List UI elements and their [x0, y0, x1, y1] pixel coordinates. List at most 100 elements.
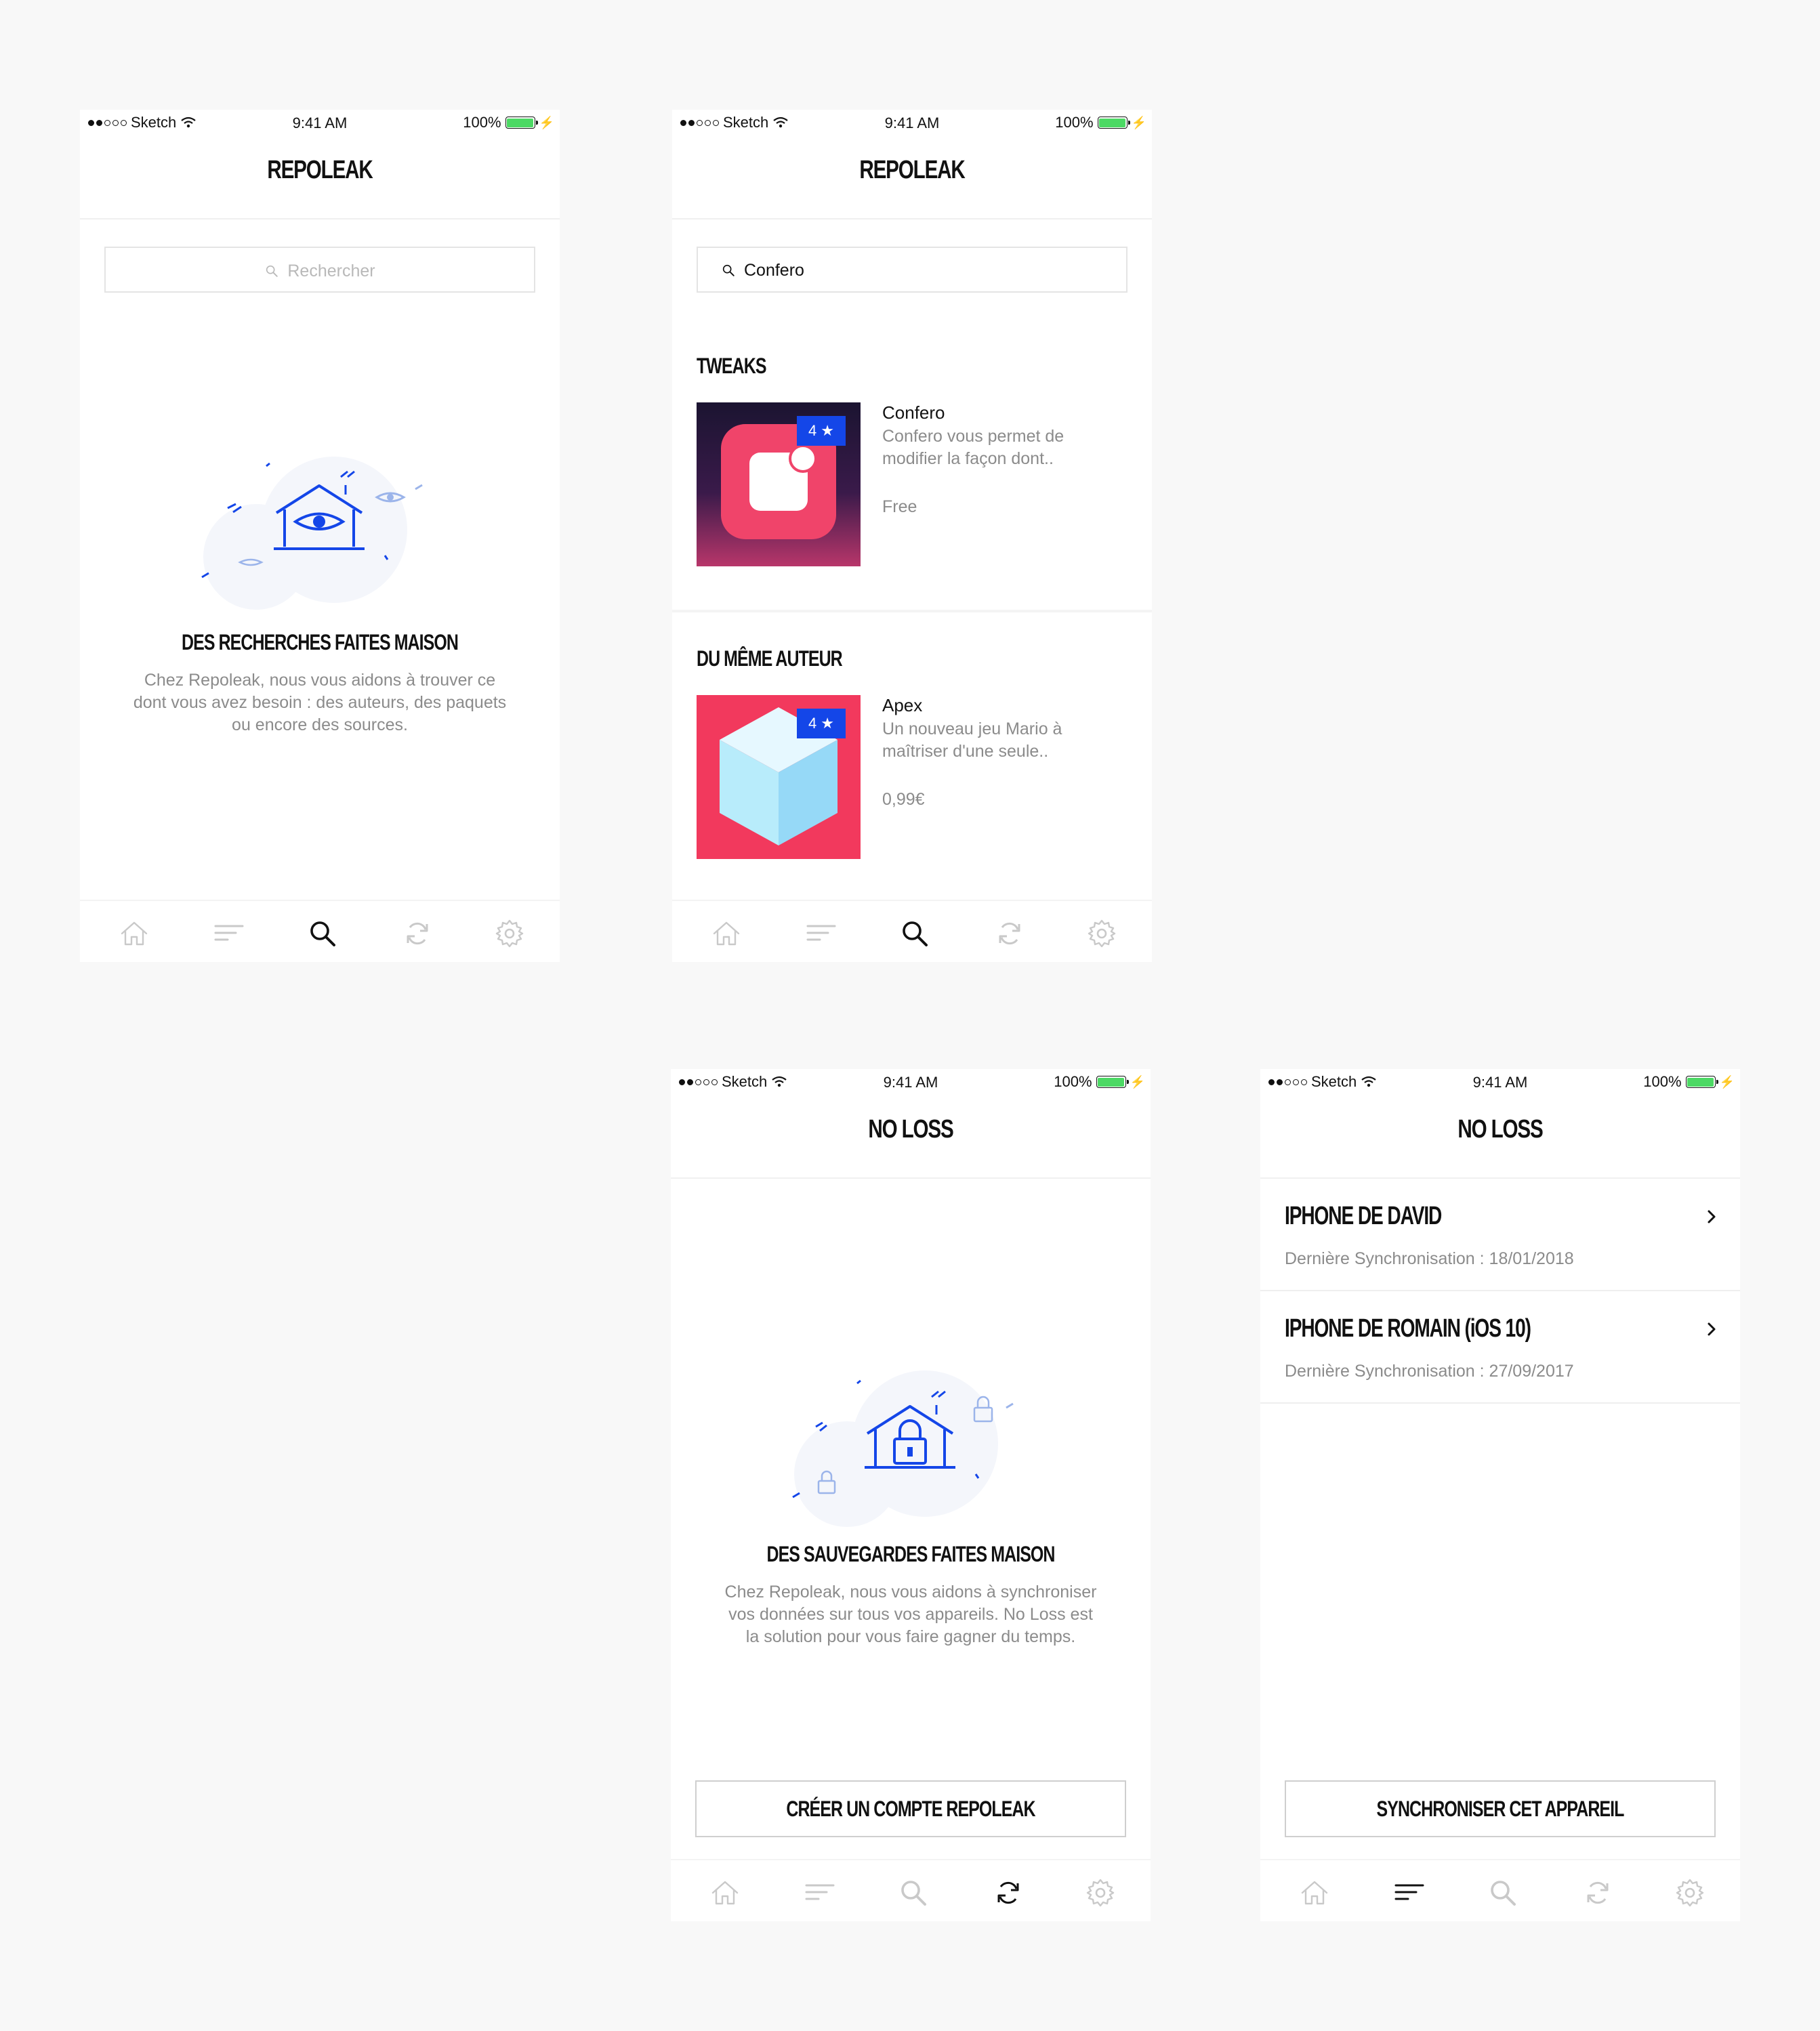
screen-repoleak-search-empty: Sketch 9:41 AM 100% ⚡ REPOLEAK Recherche…	[80, 110, 560, 962]
sync-icon	[401, 917, 434, 950]
screen-noloss-devices: Sketch 9:41 AM 100% ⚡ NO LOSS IPHONE DE …	[1260, 1069, 1740, 1921]
home-icon	[118, 917, 150, 950]
status-bar: Sketch 9:41 AM 100% ⚡	[672, 110, 1152, 138]
list-icon	[804, 1877, 836, 1909]
empty-state-title: DES RECHERCHES FAITES MAISON	[182, 630, 459, 654]
list-icon	[213, 917, 245, 950]
search-icon	[264, 264, 279, 278]
tab-bar	[80, 900, 560, 962]
app-header: REPOLEAK	[80, 138, 560, 219]
app-name: Confero	[882, 402, 945, 423]
home-icon	[709, 1877, 741, 1909]
charging-icon: ⚡	[539, 115, 554, 129]
status-bar: Sketch 9:41 AM 100% ⚡	[1260, 1069, 1740, 1097]
device-last-sync: Dernière Synchronisation : 18/01/2018	[1285, 1249, 1574, 1268]
home-icon	[710, 917, 743, 950]
house-eye-illustration-icon	[201, 457, 423, 610]
rating-badge: 4 ★	[797, 709, 846, 738]
search-icon	[306, 917, 339, 950]
chevron-right-icon	[1703, 1321, 1720, 1337]
battery-icon	[1096, 1076, 1129, 1088]
screen-noloss-empty: Sketch 9:41 AM 100% ⚡ NO LOSS DES SAUVEG…	[671, 1069, 1151, 1921]
tab-sync[interactable]	[993, 917, 1026, 950]
tab-sync[interactable]	[992, 1877, 1025, 1909]
create-account-label: CRÉER UN COMPTE REPOLEAK	[786, 1797, 1035, 1821]
create-account-button[interactable]: CRÉER UN COMPTE REPOLEAK	[695, 1780, 1126, 1837]
app-thumbnail: 4 ★	[697, 402, 861, 566]
empty-state-text: Chez Repoleak, nous vous aidons à synchr…	[724, 1583, 1097, 1646]
tab-search[interactable]	[306, 917, 339, 950]
device-row[interactable]: IPHONE DE DAVID Dernière Synchronisation…	[1260, 1179, 1740, 1291]
battery-percent: 100%	[463, 114, 501, 131]
charging-icon: ⚡	[1719, 1074, 1735, 1089]
tab-settings[interactable]	[1084, 1877, 1117, 1909]
empty-state-title: DES SAUVEGARDES FAITES MAISON	[766, 1542, 1056, 1566]
battery-icon	[505, 117, 538, 129]
search-input[interactable]: Rechercher	[104, 247, 535, 293]
app-price: 0,99€	[882, 790, 925, 809]
page-title: NO LOSS	[868, 1115, 953, 1144]
sync-device-label: SYNCHRONISER CET APPAREIL	[1376, 1797, 1625, 1821]
tab-list[interactable]	[1393, 1877, 1426, 1909]
empty-state-text: Chez Repoleak, nous vous aidons à trouve…	[133, 671, 507, 734]
charging-icon: ⚡	[1130, 1074, 1145, 1089]
sync-icon	[993, 917, 1026, 950]
device-row[interactable]: IPHONE DE ROMAIN (iOS 10) Dernière Synch…	[1260, 1291, 1740, 1404]
search-icon	[1487, 1877, 1519, 1909]
tab-settings[interactable]	[1674, 1877, 1706, 1909]
gear-icon	[1085, 917, 1118, 950]
gear-icon	[1674, 1877, 1706, 1909]
page-title: REPOLEAK	[267, 156, 373, 184]
status-bar: Sketch 9:41 AM 100% ⚡	[80, 110, 560, 138]
section-title-same-author: DU MÊME AUTEUR	[697, 646, 843, 671]
tab-list[interactable]	[805, 917, 837, 950]
search-icon	[898, 917, 931, 950]
battery-percent: 100%	[1643, 1073, 1682, 1090]
tab-bar	[671, 1859, 1151, 1921]
battery-percent: 100%	[1054, 1073, 1092, 1090]
tab-home[interactable]	[710, 917, 743, 950]
tab-home[interactable]	[118, 917, 150, 950]
tab-list[interactable]	[804, 1877, 836, 1909]
tab-bar	[1260, 1859, 1740, 1921]
search-placeholder: Rechercher	[287, 261, 375, 280]
tab-settings[interactable]	[493, 917, 526, 950]
page-title: REPOLEAK	[859, 156, 965, 184]
app-header: NO LOSS	[1260, 1097, 1740, 1179]
device-name: IPHONE DE ROMAIN (iOS 10)	[1285, 1314, 1531, 1343]
tab-search[interactable]	[898, 917, 931, 950]
list-icon	[805, 917, 837, 950]
page-title: NO LOSS	[1457, 1115, 1543, 1144]
battery-icon	[1097, 117, 1130, 129]
search-input[interactable]: Confero	[697, 247, 1128, 293]
section-title-tweaks: TWEAKS	[697, 354, 766, 378]
tab-home[interactable]	[1298, 1877, 1331, 1909]
chevron-right-icon	[1703, 1209, 1720, 1225]
tab-sync[interactable]	[1581, 1877, 1614, 1909]
gear-icon	[493, 917, 526, 950]
search-icon	[721, 263, 736, 278]
app-header: NO LOSS	[671, 1097, 1151, 1179]
tab-search[interactable]	[1487, 1877, 1519, 1909]
sync-icon	[992, 1877, 1025, 1909]
gear-icon	[1084, 1877, 1117, 1909]
tab-settings[interactable]	[1085, 917, 1118, 950]
tab-search[interactable]	[897, 1877, 930, 1909]
home-icon	[1298, 1877, 1331, 1909]
sync-device-button[interactable]: SYNCHRONISER CET APPAREIL	[1285, 1780, 1716, 1837]
list-icon	[1393, 1877, 1426, 1909]
charging-icon: ⚡	[1131, 115, 1146, 129]
status-bar: Sketch 9:41 AM 100% ⚡	[671, 1069, 1151, 1097]
battery-percent: 100%	[1055, 114, 1094, 131]
tab-sync[interactable]	[401, 917, 434, 950]
screen-repoleak-search-results: Sketch 9:41 AM 100% ⚡ REPOLEAK Confero T…	[672, 110, 1152, 962]
app-price: Free	[882, 497, 917, 516]
tab-home[interactable]	[709, 1877, 741, 1909]
section-divider	[672, 610, 1152, 612]
app-card-confero[interactable]: 4 ★ Confero Confero vous permet de modif…	[697, 402, 1128, 568]
tab-list[interactable]	[213, 917, 245, 950]
tab-bar	[672, 900, 1152, 962]
device-last-sync: Dernière Synchronisation : 27/09/2017	[1285, 1362, 1574, 1381]
search-icon	[897, 1877, 930, 1909]
app-card-apex[interactable]: 4 ★ Apex Un nouveau jeu Mario à maîtrise…	[697, 695, 1128, 860]
